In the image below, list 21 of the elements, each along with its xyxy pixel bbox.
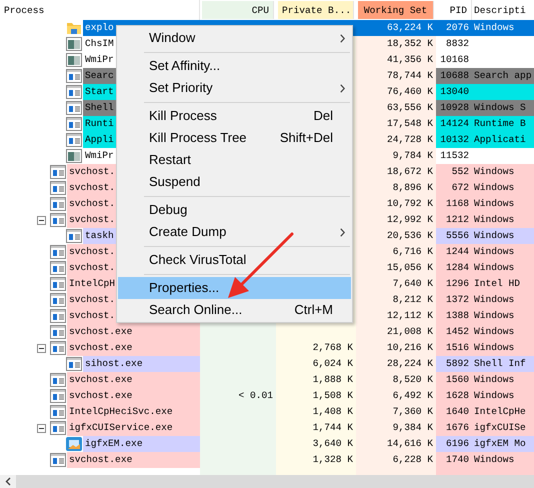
description-cell: Search app (472, 68, 534, 84)
pid-cell: 5892 (436, 356, 472, 372)
description-cell: Runtime B (472, 116, 534, 132)
description-cell: Applicati (472, 132, 534, 148)
description-cell: Shell Inf (472, 356, 534, 372)
description-cell: Windows (472, 20, 534, 36)
description-cell: igfxEM Mo (472, 436, 534, 452)
working-set-cell: 63,224 K (356, 20, 436, 36)
pid-cell: 6196 (436, 436, 472, 452)
pid-cell: 13040 (436, 84, 472, 100)
pid-cell: 14124 (436, 116, 472, 132)
description-cell: Windows S (472, 100, 534, 116)
pid-cell: 2076 (436, 20, 472, 36)
pid-cell: 10168 (436, 52, 472, 68)
pid-cell: 10928 (436, 100, 472, 116)
description-cell: Windows (472, 228, 534, 244)
pid-cell: 5556 (436, 228, 472, 244)
pid-cell: 8832 (436, 36, 472, 52)
pid-cell: 10688 (436, 68, 472, 84)
pid-cell: 10132 (436, 132, 472, 148)
pid-cell: 11532 (436, 148, 472, 164)
